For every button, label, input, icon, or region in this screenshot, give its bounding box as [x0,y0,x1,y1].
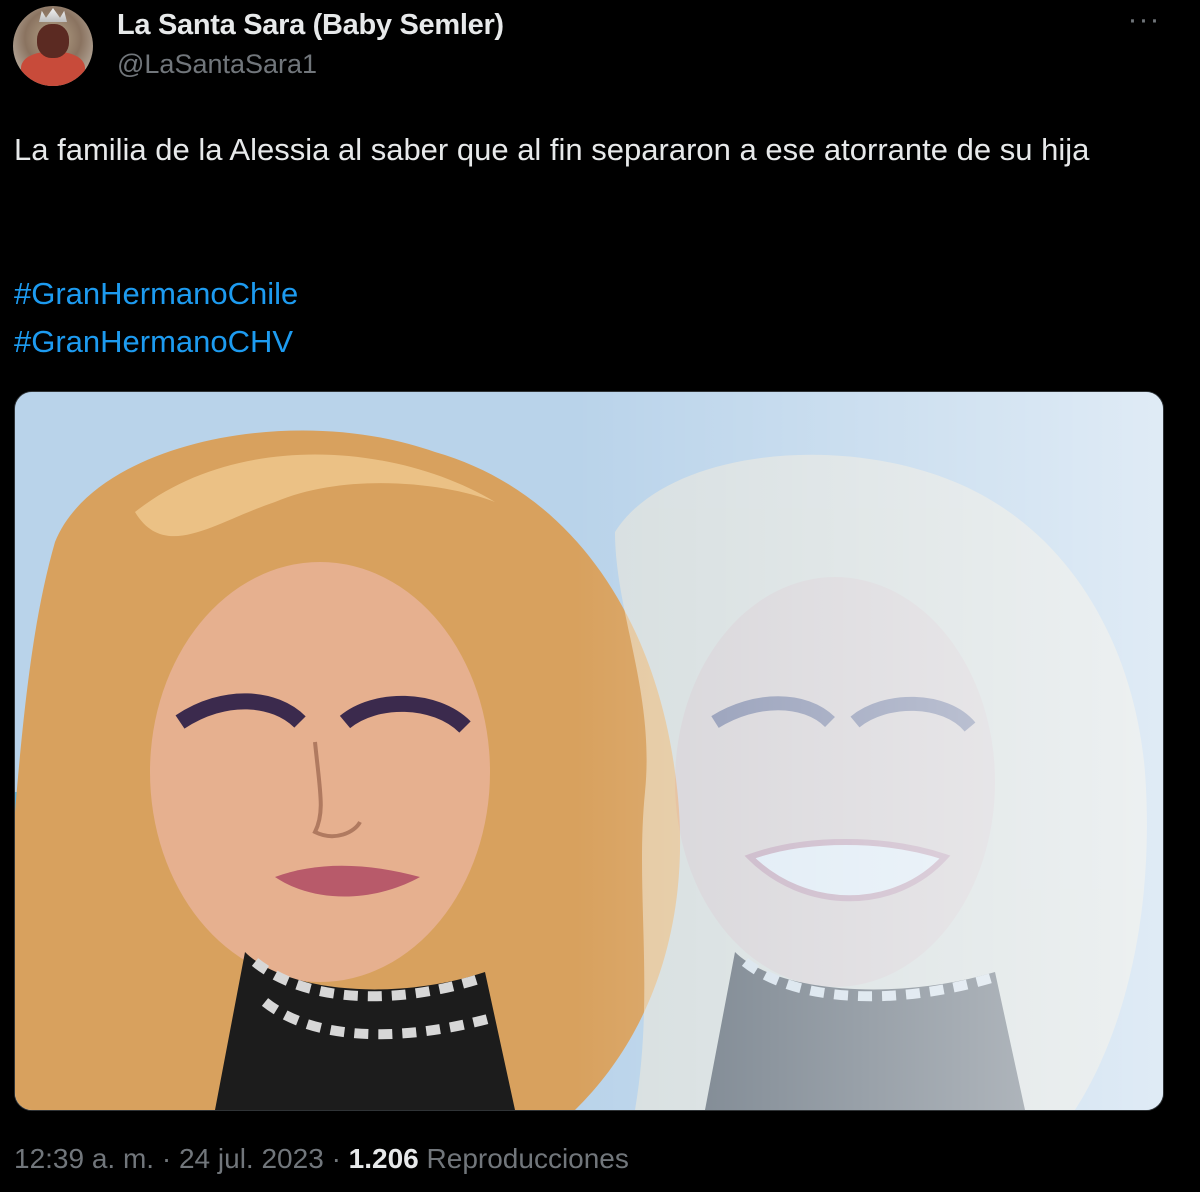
tweet-time[interactable]: 12:39 a. m. [14,1143,154,1174]
hashtag-link[interactable]: #GranHermanoChile [14,270,298,318]
views-count: 1.206 [348,1143,419,1174]
tweet-media-image[interactable] [14,391,1164,1111]
views-label: Reproducciones [426,1143,629,1174]
more-options-button[interactable]: ··· [1122,5,1166,40]
hashtag-link[interactable]: #GranHermanoCHV [14,318,298,366]
avatar-crown [39,8,67,22]
more-horizontal-icon: ··· [1127,3,1161,36]
author-avatar[interactable] [13,6,93,86]
tweet-hashtags: #GranHermanoChile #GranHermanoCHV [14,270,298,366]
tweet-text: La familia de la Alessia al saber que al… [14,132,1090,167]
tweet-date[interactable]: 24 jul. 2023 [179,1143,324,1174]
author-display-name[interactable]: La Santa Sara (Baby Semler) [117,9,504,42]
separator-dot: · [161,1143,172,1174]
separator-dot: · [331,1143,341,1174]
avatar-face [37,24,69,58]
author-handle[interactable]: @LaSantaSara1 [117,49,317,80]
meme-image [15,392,1163,1110]
tweet-metadata: 12:39 a. m. · 24 jul. 2023 · 1.206 Repro… [14,1143,629,1175]
